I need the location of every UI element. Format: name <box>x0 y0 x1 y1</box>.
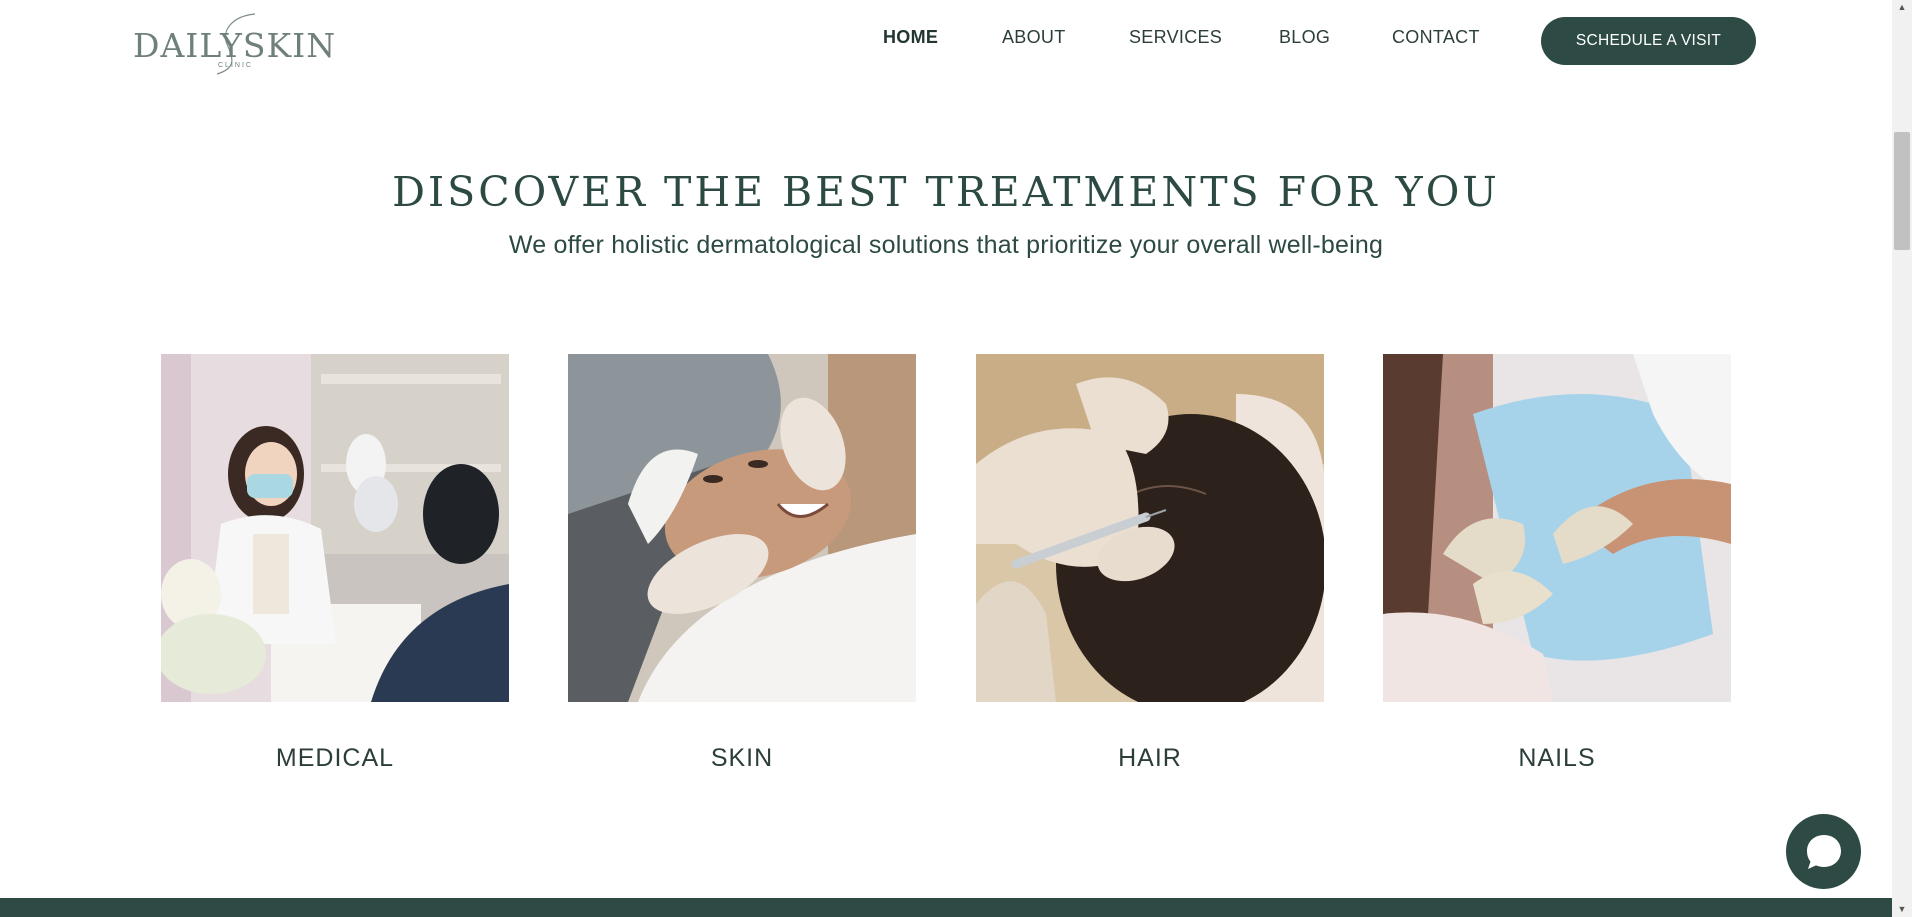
scroll-thumb[interactable] <box>1894 132 1910 250</box>
section-subtitle: We offer holistic dermatological solutio… <box>508 231 1384 259</box>
site-header: DAILYSKIN CLINIC HOME ABOUT SERVICES BLO… <box>0 0 1892 82</box>
service-label-nails: NAILS <box>1518 744 1596 772</box>
nav-home[interactable]: HOME <box>883 27 938 48</box>
service-card-skin[interactable]: SKIN <box>568 354 916 773</box>
nav-services[interactable]: SERVICES <box>1129 27 1222 48</box>
service-label-hair: HAIR <box>1118 744 1182 772</box>
nav-contact[interactable]: CONTACT <box>1392 27 1480 48</box>
service-card-hair[interactable]: HAIR <box>976 354 1324 773</box>
scroll-down-icon[interactable]: ▼ <box>1896 904 1908 914</box>
section-title: DISCOVER THE BEST TREATMENTS FOR YOU <box>392 168 1500 216</box>
service-card-medical[interactable]: MEDICAL <box>161 354 509 773</box>
hair-photo <box>976 354 1324 702</box>
nav-blog[interactable]: BLOG <box>1279 27 1330 48</box>
schedule-visit-button[interactable]: SCHEDULE A VISIT <box>1541 17 1756 65</box>
logo-subtext: CLINIC <box>218 62 253 69</box>
chat-bubble-icon <box>1806 834 1841 869</box>
nails-photo <box>1383 354 1731 702</box>
skin-photo <box>568 354 916 702</box>
scroll-up-icon[interactable]: ▲ <box>1896 2 1908 12</box>
chat-button[interactable] <box>1786 814 1861 889</box>
medical-photo <box>161 354 509 702</box>
footer-band <box>0 898 1892 917</box>
service-card-nails[interactable]: NAILS <box>1383 354 1731 773</box>
service-label-skin: SKIN <box>710 744 774 772</box>
service-label-medical: MEDICAL <box>275 744 395 772</box>
nav-about[interactable]: ABOUT <box>1002 27 1066 48</box>
